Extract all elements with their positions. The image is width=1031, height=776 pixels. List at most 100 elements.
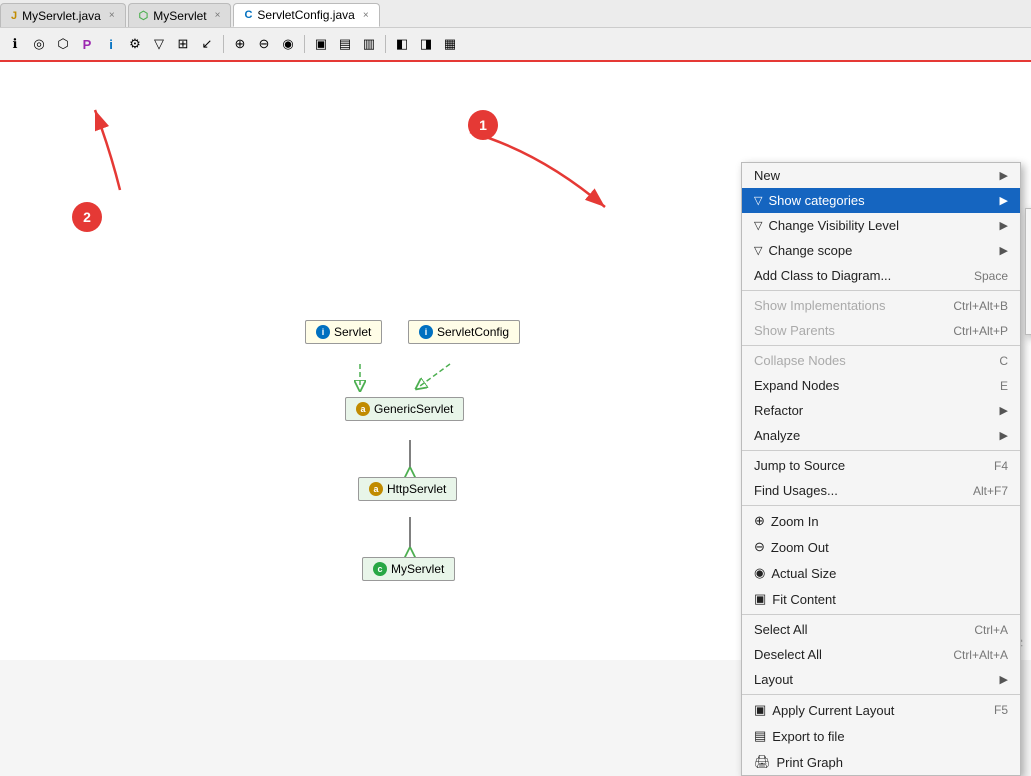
menu-item-export-file[interactable]: ▤ Export to file (742, 723, 1020, 749)
tab-close-3[interactable]: × (363, 10, 369, 21)
menu-item-change-scope[interactable]: ▽ Change scope ▶ (742, 238, 1020, 263)
menu-item-print-graph[interactable]: 🖨 Print Graph (742, 749, 1020, 775)
tab-close-2[interactable]: × (215, 10, 221, 21)
toolbar-btn-zoom-out[interactable]: ⊖ (253, 33, 275, 55)
menu-shortcut-jump-to-source: F4 (994, 459, 1008, 473)
submenu-item-properties[interactable]: p Properties (1026, 284, 1031, 309)
toolbar-btn-print[interactable]: ◨ (415, 33, 437, 55)
menu-sep-6 (742, 694, 1020, 695)
tab-icon-j: J (11, 10, 17, 22)
toolbar-btn-hex[interactable]: ⬡ (52, 33, 74, 55)
toolbar-btn-info[interactable]: ℹ (4, 33, 26, 55)
toolbar-btn-layout1[interactable]: ▤ (334, 33, 356, 55)
node-icon-servlet: i (316, 325, 330, 339)
menu-label-export-file: Export to file (772, 729, 844, 744)
menu-label-print-graph: Print Graph (777, 755, 843, 770)
toolbar-btn-filter[interactable]: ⚙ (124, 33, 146, 55)
menu-item-layout[interactable]: Layout ▶ (742, 667, 1020, 692)
submenu-item-methods[interactable]: m Methods (1026, 259, 1031, 284)
menu-icon-print-graph: 🖨 (754, 754, 771, 770)
toolbar-btn-zoom-actual[interactable]: ◉ (277, 33, 299, 55)
menu-shortcut-show-implementations: Ctrl+Alt+B (953, 299, 1008, 313)
tab-bar: J MyServlet.java × ⬡ MyServlet × C Servl… (0, 0, 1031, 28)
toolbar-btn-circle[interactable]: ◎ (28, 33, 50, 55)
toolbar-btn-layout2[interactable]: ▥ (358, 33, 380, 55)
menu-sep-2 (742, 345, 1020, 346)
node-icon-myservlet: c (373, 562, 387, 576)
menu-item-show-parents: Show Parents Ctrl+Alt+P (742, 318, 1020, 343)
toolbar-btn-grid[interactable]: ⊞ (172, 33, 194, 55)
node-label-httpservlet: HttpServlet (387, 482, 446, 496)
toolbar-btn-misc[interactable]: ▦ (439, 33, 461, 55)
menu-icon-change-scope: ▽ (754, 244, 762, 257)
menu-shortcut-add-class: Space (974, 269, 1008, 283)
toolbar-btn-filter2[interactable]: ▽ (148, 33, 170, 55)
menu-label-collapse-nodes: Collapse Nodes (754, 353, 846, 368)
toolbar-btn-p[interactable]: P (76, 33, 98, 55)
arrow-annotation-2 (460, 122, 620, 232)
tab-myservlet[interactable]: ⬡ MyServlet × (128, 3, 232, 27)
tab-label: MyServlet (153, 9, 206, 23)
toolbar-btn-arrow[interactable]: ↙ (196, 33, 218, 55)
menu-label-new: New (754, 168, 780, 183)
menu-item-show-categories[interactable]: ▽ Show categories ▶ i Fields m Construct… (742, 188, 1020, 213)
menu-item-refactor[interactable]: Refactor ▶ (742, 398, 1020, 423)
menu-sep-5 (742, 614, 1020, 615)
node-label-servletconfig: ServletConfig (437, 325, 509, 339)
node-httpservlet[interactable]: a HttpServlet (358, 477, 457, 501)
menu-shortcut-deselect-all: Ctrl+Alt+A (953, 648, 1008, 662)
toolbar-sep1 (223, 35, 224, 53)
toolbar-btn-zoom-in[interactable]: ⊕ (229, 33, 251, 55)
toolbar: ℹ ◎ ⬡ P i ⚙ ▽ ⊞ ↙ ⊕ ⊖ ◉ ▣ ▤ ▥ ◧ ◨ ▦ (0, 28, 1031, 62)
menu-label-refactor: Refactor (754, 403, 803, 418)
tab-icon-diagram: ⬡ (139, 9, 149, 22)
submenu-item-inner-classes[interactable]: i Inner Classes (1026, 309, 1031, 334)
menu-shortcut-apply-layout: F5 (994, 703, 1008, 717)
node-myservlet[interactable]: c MyServlet (362, 557, 455, 581)
node-label-myservlet: MyServlet (391, 562, 444, 576)
menu-item-collapse-nodes: Collapse Nodes C (742, 348, 1020, 373)
menu-arrow-new: ▶ (1000, 169, 1008, 182)
menu-item-deselect-all[interactable]: Deselect All Ctrl+Alt+A (742, 642, 1020, 667)
menu-item-zoom-in[interactable]: ⊕ Zoom In (742, 508, 1020, 534)
node-genericservlet[interactable]: a GenericServlet (345, 397, 464, 421)
menu-item-new[interactable]: New ▶ (742, 163, 1020, 188)
toolbar-btn-i[interactable]: i (100, 33, 122, 55)
submenu-item-constructors[interactable]: m Constructors (1026, 234, 1031, 259)
menu-item-analyze[interactable]: Analyze ▶ (742, 423, 1020, 448)
menu-arrow-layout: ▶ (1000, 673, 1008, 686)
menu-label-fit-content: Fit Content (772, 592, 836, 607)
toolbar-sep2 (304, 35, 305, 53)
menu-item-jump-to-source[interactable]: Jump to Source F4 (742, 453, 1020, 478)
tab-myservlet-java[interactable]: J MyServlet.java × (0, 3, 126, 27)
tab-label: ServletConfig.java (257, 8, 354, 22)
menu-shortcut-collapse-nodes: C (999, 354, 1008, 368)
tab-close-1[interactable]: × (109, 10, 115, 21)
menu-item-find-usages[interactable]: Find Usages... Alt+F7 (742, 478, 1020, 503)
node-servletconfig[interactable]: i ServletConfig (408, 320, 520, 344)
menu-arrow-change-visibility: ▶ (1000, 219, 1008, 232)
menu-item-actual-size[interactable]: ◉ Actual Size (742, 560, 1020, 586)
menu-item-apply-layout[interactable]: ▣ Apply Current Layout F5 (742, 697, 1020, 723)
menu-label-find-usages: Find Usages... (754, 483, 838, 498)
menu-label-show-parents: Show Parents (754, 323, 835, 338)
node-label-genericservlet: GenericServlet (374, 402, 453, 416)
submenu-item-fields[interactable]: i Fields (1026, 209, 1031, 234)
menu-item-change-visibility[interactable]: ▽ Change Visibility Level ▶ (742, 213, 1020, 238)
menu-item-fit-content[interactable]: ▣ Fit Content (742, 586, 1020, 612)
menu-sep-3 (742, 450, 1020, 451)
menu-icon-change-visibility: ▽ (754, 219, 762, 232)
menu-item-add-class[interactable]: Add Class to Diagram... Space (742, 263, 1020, 288)
menu-arrow-change-scope: ▶ (1000, 244, 1008, 257)
toolbar-btn-export[interactable]: ◧ (391, 33, 413, 55)
menu-item-expand-nodes[interactable]: Expand Nodes E (742, 373, 1020, 398)
menu-label-zoom-out: Zoom Out (771, 540, 829, 555)
menu-arrow-show-categories: ▶ (1000, 194, 1008, 207)
menu-item-zoom-out[interactable]: ⊖ Zoom Out (742, 534, 1020, 560)
node-servlet[interactable]: i Servlet (305, 320, 382, 344)
toolbar-btn-snap[interactable]: ▣ (310, 33, 332, 55)
tab-servletconfig-java[interactable]: C ServletConfig.java × (233, 3, 379, 27)
menu-sep-1 (742, 290, 1020, 291)
menu-item-select-all[interactable]: Select All Ctrl+A (742, 617, 1020, 642)
menu-icon-actual-size: ◉ (754, 565, 765, 581)
